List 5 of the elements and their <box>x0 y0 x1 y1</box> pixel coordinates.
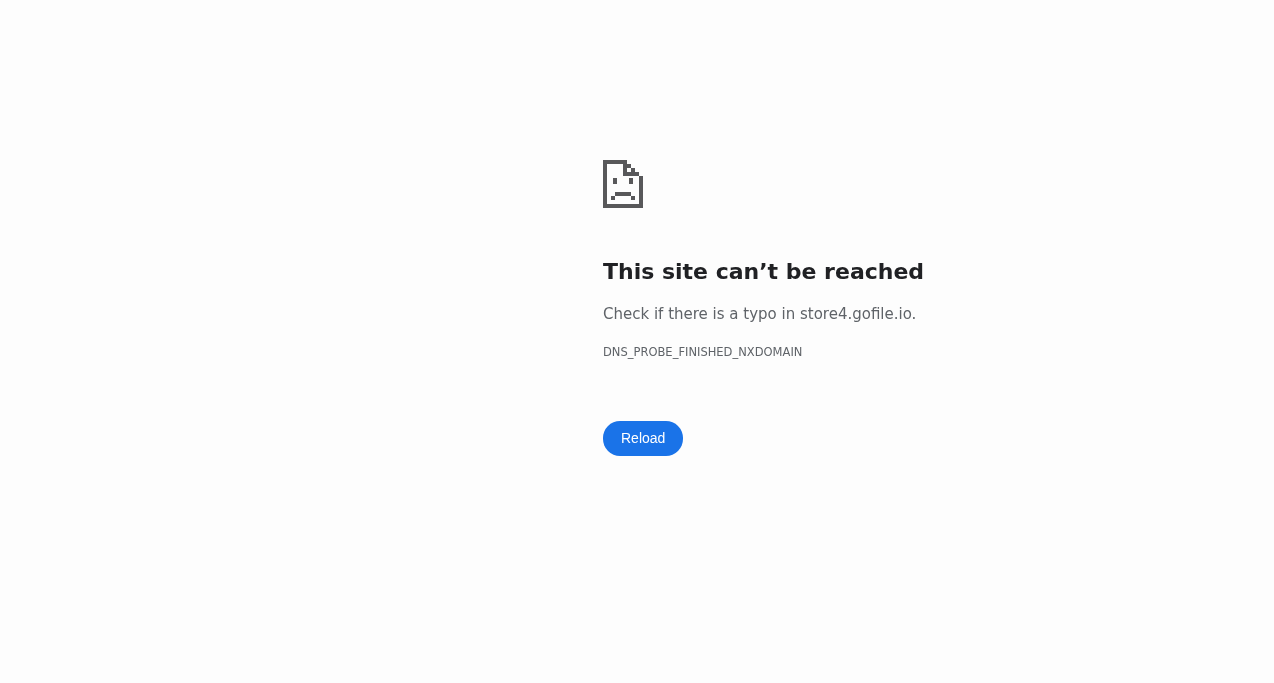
reload-button[interactable]: Reload <box>603 421 684 457</box>
sad-page-icon <box>603 160 643 208</box>
error-code: DNS_PROBE_FINISHED_NXDOMAIN <box>603 343 804 361</box>
error-message: Check if there is a typo in store4.gofile.io. <box>603 304 918 326</box>
error-heading: This site can’t be reached <box>603 259 926 286</box>
